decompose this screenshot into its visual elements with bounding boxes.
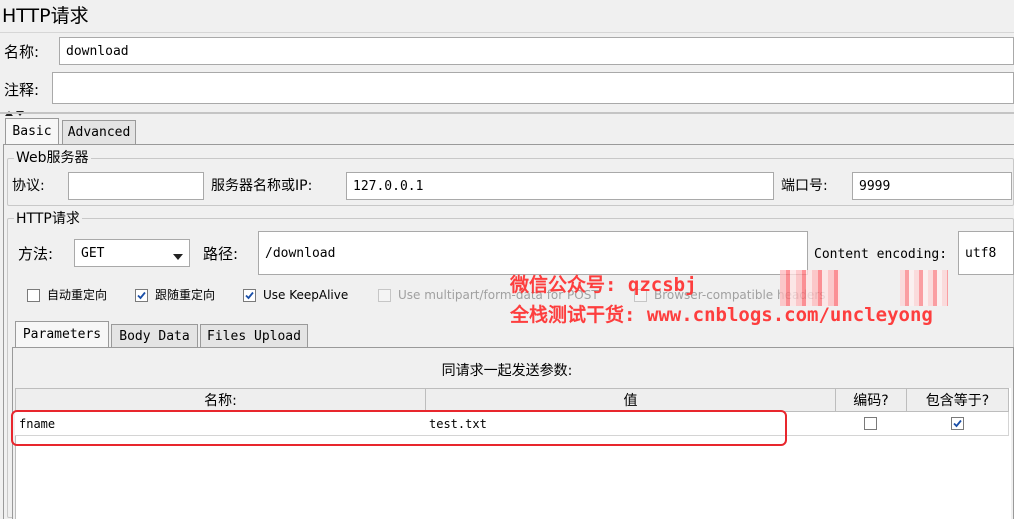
path-input[interactable]: /download [258,231,808,275]
title-divider [0,32,1014,33]
keepalive-checkbox[interactable] [243,289,256,302]
params-caption: 同请求一起发送参数: [441,363,573,379]
protocol-input[interactable] [68,172,204,200]
watermark-line-1: 微信公众号: qzcsbj [510,274,697,296]
http-request-group-title: HTTP请求 [14,211,82,227]
method-select[interactable]: GET [74,239,190,267]
watermark-line-2: 全栈测试干货: www.cnblogs.com/uncleyong [510,304,933,326]
chevron-down-icon[interactable] [173,250,183,265]
comment-input[interactable] [52,72,1014,104]
param-encode-cell [835,412,907,436]
keepalive-label: Use KeepAlive [263,288,349,302]
comment-label: 注释: [4,81,40,99]
multipart-checkbox[interactable] [378,289,391,302]
tab-advanced[interactable]: Advanced [62,120,136,144]
server-input[interactable]: 127.0.0.1 [346,172,774,200]
tab-basic[interactable]: Basic [5,118,59,144]
encoding-label: Content encoding: [814,247,948,262]
name-input[interactable]: download [59,37,1014,65]
server-label: 服务器名称或IP: [211,178,313,194]
name-label: 名称: [4,43,40,61]
tab-files-upload[interactable]: Files Upload [200,324,308,347]
tab-parameters[interactable]: Parameters [15,321,109,347]
encode-checkbox[interactable] [864,417,877,430]
port-input[interactable]: 9999 [852,172,1012,200]
param-include-equals-cell [906,412,1009,436]
window-title: HTTP请求 [2,5,89,27]
col-header-include-equals[interactable]: 包含等于? [906,388,1009,412]
method-value: GET [81,245,105,261]
port-label: 端口号: [781,178,828,194]
tab-body-data[interactable]: Body Data [111,324,198,347]
method-label: 方法: [18,245,54,263]
splitter-bar[interactable] [0,112,1014,114]
web-server-group-title: Web服务器 [14,150,91,166]
col-header-name[interactable]: 名称: [15,388,426,412]
path-label: 路径: [203,245,239,263]
auto-redirect-label: 自动重定向 [47,288,108,302]
encoding-input[interactable]: utf8 [958,231,1014,275]
auto-redirect-checkbox[interactable] [27,289,40,302]
include-equals-checkbox[interactable] [950,417,964,430]
col-header-encode[interactable]: 编码? [835,388,907,412]
check-icon [137,291,146,300]
follow-redirect-checkbox[interactable] [135,289,148,302]
highlight-box [11,410,787,446]
follow-redirect-label: 跟随重定向 [155,288,216,302]
protocol-label: 协议: [12,178,45,194]
col-header-value[interactable]: 值 [425,388,836,412]
check-icon [952,419,962,428]
check-icon [245,291,254,300]
